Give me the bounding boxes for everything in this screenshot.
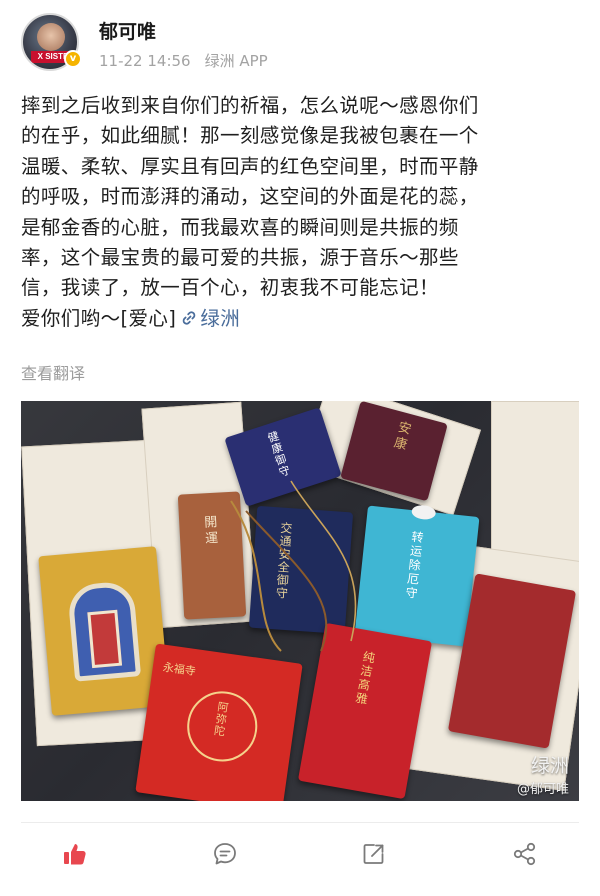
post-line: 摔到之后收到来自你们的祈福，怎么说呢～感恩你们 [21, 94, 479, 117]
watermark-user: @郁可唯 [516, 782, 569, 797]
photo-watermark: 绿洲 @郁可唯 [517, 751, 569, 797]
like-button[interactable] [58, 837, 92, 871]
post-line: 信，我读了，放一百个心，初衷我不可能忘记！ [21, 276, 439, 300]
post-line: 是郁金香的心脏，而我最欢喜的瞬间则是共振的频 [21, 215, 459, 239]
translate-button[interactable]: 查看翻译 [21, 360, 85, 384]
oasis-link[interactable]: 绿洲 [176, 307, 240, 330]
post-line: 的在乎，如此细腻！那一刻感觉像是我被包裹在一个 [21, 124, 479, 148]
oasis-link-label: 绿洲 [200, 306, 241, 330]
share-button[interactable] [508, 837, 542, 871]
post-body: 摔到之后收到来自你们的祈福，怎么说呢～感恩你们 的在乎，如此细腻！那一刻感觉像是… [21, 91, 581, 334]
post-meta: 11-22 14:56 绿洲 APP [99, 50, 268, 71]
cord-lines [230, 480, 357, 652]
comment-button[interactable] [208, 837, 242, 871]
divider [21, 822, 579, 823]
post-line: 温暖、柔软、厚实且有回声的红色空间里，时而平静 [21, 154, 479, 178]
post-photo[interactable]: 開運 健康御守 安康 交通安全御守 转运除厄守 永福寺 阿弥陀 纯洁高雅 绿洲 … [21, 401, 579, 801]
post-line-last: 爱你们哟～[爱心] 绿洲 [21, 304, 581, 334]
link-icon [183, 311, 196, 325]
comment-icon [214, 843, 236, 865]
repost-icon [363, 844, 384, 864]
repost-button[interactable] [357, 837, 391, 871]
post-source: 绿洲 APP [204, 52, 268, 70]
post-time: 11-22 14:56 [99, 52, 191, 70]
avatar-face [37, 23, 65, 51]
author-name[interactable]: 郁可唯 [99, 17, 156, 44]
thumbs-up-icon [64, 844, 86, 865]
verified-badge-icon: v [64, 50, 82, 68]
post-line: 的呼吸，时而澎湃的涌动，这空间的外面是花的蕊， [21, 185, 479, 209]
post-header: X SISTE v 郁可唯 11-22 14:56 绿洲 APP [0, 0, 600, 80]
share-icon [513, 842, 536, 866]
watermark-logo: 绿洲 [530, 755, 569, 777]
post-line-last-text: 爱你们哟～[爱心] [21, 306, 177, 330]
post-line: 率，这个最宝贵的最可爱的共振，源于音乐～那些 [21, 246, 459, 270]
